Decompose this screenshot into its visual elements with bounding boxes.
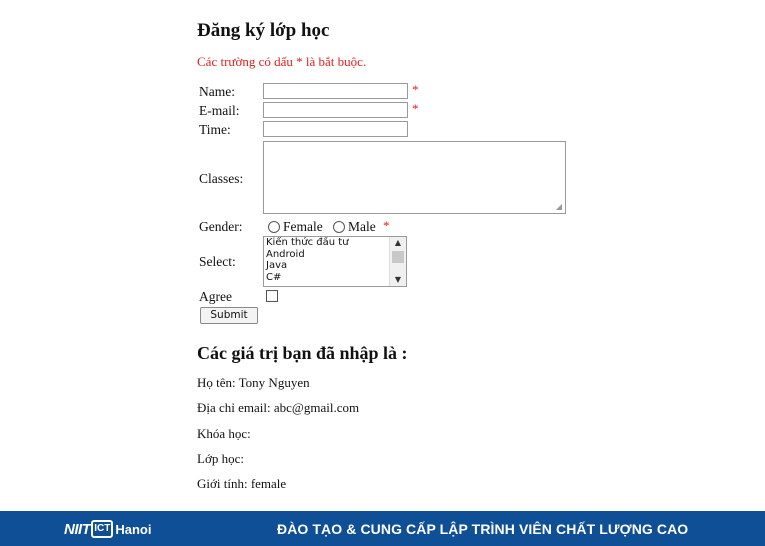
- listbox-scrollbar[interactable]: ▲ ▼: [389, 237, 406, 286]
- name-input[interactable]: [263, 83, 408, 99]
- time-input[interactable]: [263, 121, 408, 137]
- scroll-up-icon[interactable]: ▲: [390, 237, 406, 249]
- logo-badge: ICT: [91, 520, 114, 538]
- listbox-option[interactable]: Android: [264, 249, 406, 261]
- scrollbar-thumb[interactable]: [392, 251, 404, 263]
- result-line: Giới tính: female: [197, 476, 287, 491]
- gender-male-label: Male: [348, 219, 376, 234]
- course-listbox[interactable]: Kiến thức đầu tư Android Java C# ▲ ▼: [263, 236, 407, 287]
- classes-label: Classes:: [199, 171, 244, 186]
- result-line: Địa chỉ email: abc@gmail.com: [197, 400, 360, 415]
- agree-checkbox[interactable]: [266, 290, 278, 302]
- footer-slogan: ĐÀO TẠO & CUNG CẤP LẬP TRÌNH VIÊN CHẤT L…: [277, 521, 689, 537]
- logo-city: Hanoi: [115, 521, 152, 537]
- resize-grip-icon[interactable]: ◢: [556, 202, 562, 211]
- gender-female-radio[interactable]: [268, 221, 280, 233]
- email-label: E-mail:: [199, 103, 240, 118]
- gender-required-mark: *: [383, 218, 390, 233]
- gender-female-label: Female: [283, 219, 323, 234]
- scroll-down-icon[interactable]: ▼: [390, 274, 406, 286]
- form-title: Đăng ký lớp học: [197, 20, 330, 41]
- time-label: Time:: [199, 122, 231, 137]
- email-required-mark: *: [412, 101, 419, 116]
- select-label: Select:: [199, 254, 236, 269]
- agree-label: Agree: [199, 289, 232, 304]
- submit-button[interactable]: Submit: [200, 307, 258, 324]
- results-title: Các giá trị bạn đã nhập là :: [197, 343, 408, 363]
- classes-textarea[interactable]: ◢: [263, 141, 566, 214]
- gender-label: Gender:: [199, 219, 243, 234]
- gender-male-radio[interactable]: [333, 221, 345, 233]
- logo-text: NIIT: [64, 520, 91, 538]
- listbox-option[interactable]: C#: [264, 272, 406, 284]
- listbox-option[interactable]: Kiến thức đầu tư: [264, 237, 406, 249]
- required-note: Các trường có dấu * là bắt buộc.: [197, 54, 367, 69]
- result-line: Họ tên: Tony Nguyen: [197, 375, 310, 390]
- name-label: Name:: [199, 84, 235, 99]
- result-line: Khóa học:: [197, 426, 251, 441]
- listbox-option[interactable]: Java: [264, 260, 406, 272]
- footer-bar: NIIT ICT Hanoi ĐÀO TẠO & CUNG CẤP LẬP TR…: [0, 511, 765, 546]
- result-line: Lớp học:: [197, 451, 244, 466]
- niit-logo: NIIT ICT Hanoi: [64, 519, 151, 539]
- email-input[interactable]: [263, 102, 408, 118]
- name-required-mark: *: [412, 82, 419, 97]
